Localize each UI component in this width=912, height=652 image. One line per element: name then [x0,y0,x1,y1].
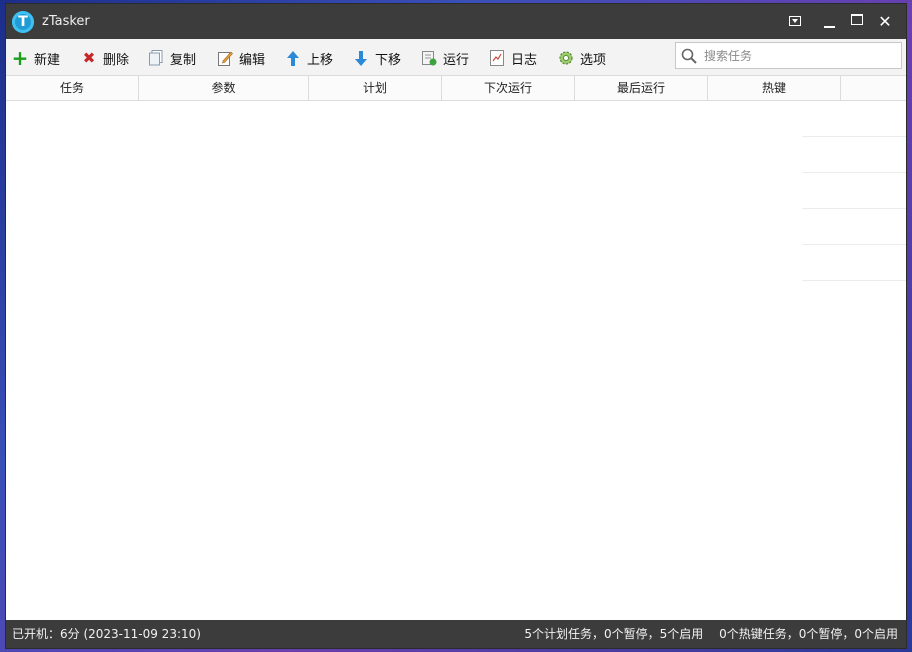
plus-icon: + [11,46,29,70]
dropdown-box-icon [789,16,801,26]
run-icon [421,50,437,66]
status-summary: 5个计划任务，0个暂停，5个启用 0个热键任务，0个暂停，0个启用 [512,620,898,648]
maximize-icon [851,14,863,25]
minimize-icon [823,26,835,28]
row-divider [802,208,906,209]
column-header-task[interactable]: 任务 [6,76,139,100]
new-button[interactable]: + 新建 [11,46,61,70]
column-header-params[interactable]: 参数 [139,76,309,100]
run-label: 运行 [443,52,470,68]
row-divider [802,244,906,245]
task-list[interactable] [6,101,906,620]
window-menu-button[interactable] [780,4,810,39]
gear-icon [558,50,574,66]
copy-button[interactable]: 复制 [148,48,196,68]
move-down-label: 下移 [375,52,402,68]
copy-icon [148,50,164,66]
toolbar: + 新建 ✖ 删除 复制 编辑 上移 下移 运行 日志 选项 搜索任务 [6,39,906,75]
row-divider [802,172,906,173]
uptime-text: 已开机：6分 (2023-11-09 23:10) [12,627,201,641]
close-button[interactable]: ✕ [870,4,900,39]
options-button[interactable]: 选项 [558,48,606,68]
column-header-next-run[interactable]: 下次运行 [442,76,575,100]
app-logo-icon: T [12,11,34,33]
log-button[interactable]: 日志 [489,48,537,68]
options-label: 选项 [580,52,607,68]
copy-label: 复制 [170,52,197,68]
row-divider [802,280,906,281]
scheduled-summary: 5个计划任务，0个暂停，5个启用 [524,627,704,641]
arrow-down-icon [353,50,369,66]
log-label: 日志 [511,52,538,68]
column-header-schedule[interactable]: 计划 [309,76,442,100]
move-up-button[interactable]: 上移 [285,48,333,68]
row-divider [802,136,906,137]
new-label: 新建 [34,52,61,68]
minimize-button[interactable] [814,4,844,39]
search-box[interactable] [675,42,902,69]
table-header: 任务 参数 计划 下次运行 最后运行 热键 [6,75,906,101]
column-header-last-run[interactable]: 最后运行 [575,76,708,100]
window-title: zTasker [42,14,90,29]
maximize-button[interactable] [842,4,872,39]
search-icon [681,48,697,64]
delete-x-icon: ✖ [82,49,96,67]
delete-button[interactable]: ✖ 删除 [81,48,129,68]
run-button[interactable]: 运行 [421,48,469,68]
edit-label: 编辑 [239,52,266,68]
column-header-hotkey[interactable]: 热键 [708,76,841,100]
log-icon [489,50,505,66]
edit-icon [217,50,233,66]
app-window: T zTasker ✕ + 新建 ✖ 删除 复制 编辑 上移 下移 运行 日志 … [6,4,906,648]
move-down-button[interactable]: 下移 [353,48,401,68]
search-input[interactable] [702,46,901,66]
arrow-up-icon [285,50,301,66]
delete-label: 删除 [103,52,130,68]
move-up-label: 上移 [307,52,334,68]
status-bar: 已开机：6分 (2023-11-09 23:10) 5个计划任务，0个暂停，5个… [6,620,906,648]
title-bar[interactable]: T zTasker ✕ [6,4,906,39]
hotkey-summary: 0个热键任务，0个暂停，0个启用 [719,627,898,641]
edit-button[interactable]: 编辑 [217,48,265,68]
close-icon: ✕ [878,12,892,31]
